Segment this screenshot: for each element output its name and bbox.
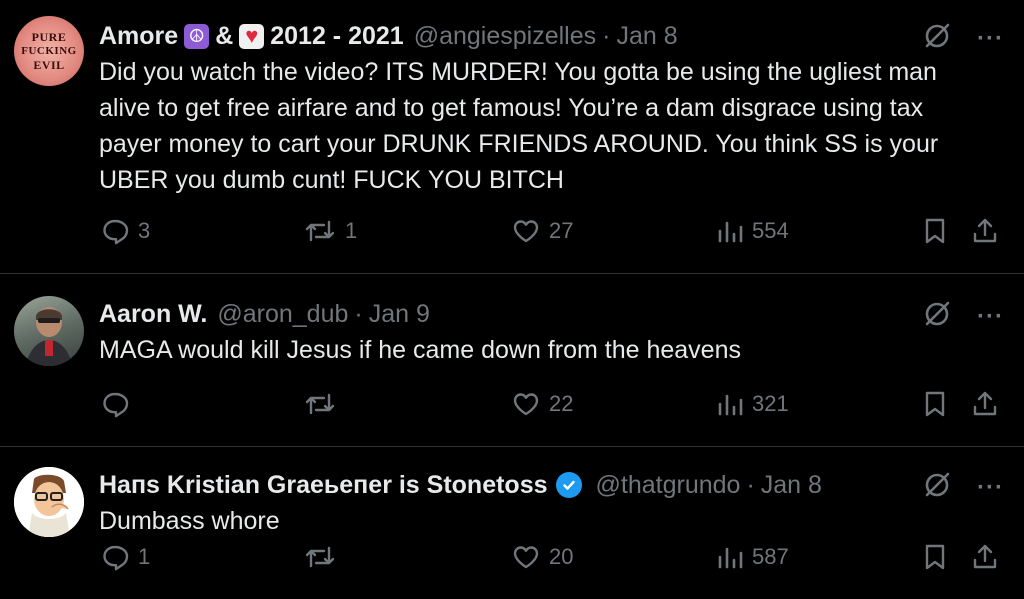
separator: · [746, 470, 755, 499]
share-button[interactable] [970, 542, 1000, 572]
views-icon [718, 547, 743, 569]
tweet-text-line: UBER you dumb cunt! FUCK YOU BITCH [99, 166, 564, 194]
bookmark-button[interactable] [921, 542, 949, 572]
share-icon [973, 391, 997, 416]
separator: · [354, 299, 363, 328]
views-count: 321 [752, 391, 789, 416]
tweet[interactable]: ··· Haпs Kristian Graeьeпer is Stonetoss… [0, 447, 1024, 599]
repost-icon [305, 546, 335, 568]
views-button[interactable]: 554 [716, 216, 789, 246]
repost-button[interactable] [303, 542, 345, 572]
tweet-actions: 3 1 27 554 [0, 216, 1024, 256]
repost-button[interactable]: 1 [303, 216, 357, 246]
like-button[interactable]: 27 [511, 216, 573, 246]
tweet-header: Haпs Kristian Graeьeпer is Stonetoss @th… [99, 467, 994, 503]
avatar-text-line: FUCKING [21, 45, 77, 57]
user-handle[interactable]: @angiespizelles [414, 22, 596, 51]
tweet-text-line: MAGA would kill Jesus if he came down fr… [99, 336, 741, 364]
tweet-text-line: alive to get free airfare and to get fam… [99, 94, 924, 122]
repost-icon [305, 220, 335, 242]
tweet-text-line: Did you watch the video? ITS MURDER! You… [99, 58, 937, 86]
views-icon [718, 394, 743, 416]
reply-count: 3 [138, 218, 151, 243]
tweet-body: Haпs Kristian Graeьeпer is Stonetoss @th… [99, 467, 994, 539]
peace-symbol-icon: ☮ [184, 23, 210, 49]
like-icon [513, 393, 539, 416]
views-count: 554 [752, 218, 789, 243]
views-button[interactable]: 321 [716, 389, 789, 419]
tweet-date[interactable]: Jan 8 [761, 471, 822, 500]
display-name[interactable]: Amore ☮ & ♥ 2012 - 2021 [99, 22, 404, 51]
display-name-part: 2012 - 2021 [270, 21, 404, 50]
reply-icon [103, 219, 129, 245]
bookmark-button[interactable] [921, 216, 949, 246]
repost-count: 1 [345, 218, 358, 243]
avatar-text-line: PURE [31, 30, 67, 44]
like-icon [513, 546, 539, 569]
avatar-text-line: EVIL [33, 58, 65, 72]
share-icon [973, 544, 997, 569]
repost-button[interactable] [303, 389, 345, 419]
like-count: 22 [549, 391, 574, 416]
like-count: 20 [549, 544, 574, 569]
display-name[interactable]: Aaron W. [99, 300, 207, 329]
like-button[interactable]: 20 [511, 542, 573, 572]
tweet-text-line: payer money to cart your DRUNK FRIENDS A… [99, 130, 939, 158]
share-icon [973, 218, 997, 243]
reply-button[interactable]: 3 [100, 216, 150, 246]
reply-icon [103, 392, 129, 418]
tweet-body: Aaron W. @aron_dub · Jan 9 MAGA would ki… [99, 296, 994, 368]
repost-icon [305, 393, 335, 415]
tweet-actions: 22 321 [0, 389, 1024, 429]
user-handle[interactable]: @aron_dub [217, 300, 348, 329]
tweet-header: Aaron W. @aron_dub · Jan 9 [99, 296, 994, 332]
verified-badge-icon[interactable] [555, 472, 582, 498]
like-count: 27 [549, 218, 574, 243]
share-button[interactable] [970, 389, 1000, 419]
avatar[interactable]: PURE FUCKING EVIL [14, 16, 84, 86]
heart-emoji-icon: ♥ [239, 23, 265, 49]
reply-button[interactable] [100, 389, 138, 419]
avatar[interactable] [14, 296, 84, 366]
bookmark-icon [925, 544, 945, 570]
reply-count: 1 [138, 544, 151, 569]
tweet[interactable]: ··· Aaron W. @aron_dub · Jan 9 MAGA woul… [0, 274, 1024, 447]
tweet-text: MAGA would kill Jesus if he came down fr… [99, 332, 994, 368]
views-icon [718, 221, 743, 243]
tweet[interactable]: PURE FUCKING EVIL ··· Amore ☮ & ♥ 2012 -… [0, 0, 1024, 274]
views-button[interactable]: 587 [716, 542, 789, 572]
like-button[interactable]: 22 [511, 389, 573, 419]
avatar[interactable] [14, 467, 84, 537]
tweet-text-line: Dumbass whore [99, 507, 280, 535]
tweet-text: Dumbass whore [99, 503, 994, 539]
separator: · [602, 21, 611, 50]
bookmark-icon [925, 218, 945, 244]
share-button[interactable] [970, 216, 1000, 246]
display-name-part: & [215, 21, 234, 50]
display-name-part: Amore [99, 21, 179, 50]
bookmark-button[interactable] [921, 389, 949, 419]
tweet-body: Amore ☮ & ♥ 2012 - 2021 @angiespizelles … [99, 18, 994, 198]
tweet-date[interactable]: Jan 8 [616, 22, 677, 51]
reply-button[interactable]: 1 [100, 542, 150, 572]
reply-feed: PURE FUCKING EVIL · · · Amore ☮ & ♥ 2012 -… [0, 0, 1024, 599]
display-name[interactable]: Haпs Kristian Graeьeпer is Stonetoss [99, 471, 548, 500]
tweet-text: Did you watch the video? ITS MURDER! You… [99, 54, 994, 198]
user-handle[interactable]: @thatgrundo [596, 471, 741, 500]
like-icon [513, 220, 539, 243]
views-count: 587 [752, 544, 789, 569]
tweet-header: Amore ☮ & ♥ 2012 - 2021 @angiespizelles … [99, 18, 994, 54]
tweet-date[interactable]: Jan 9 [369, 300, 430, 329]
bookmark-icon [925, 391, 945, 417]
tweet-actions: 1 20 587 [0, 542, 1024, 582]
reply-icon [103, 545, 129, 571]
